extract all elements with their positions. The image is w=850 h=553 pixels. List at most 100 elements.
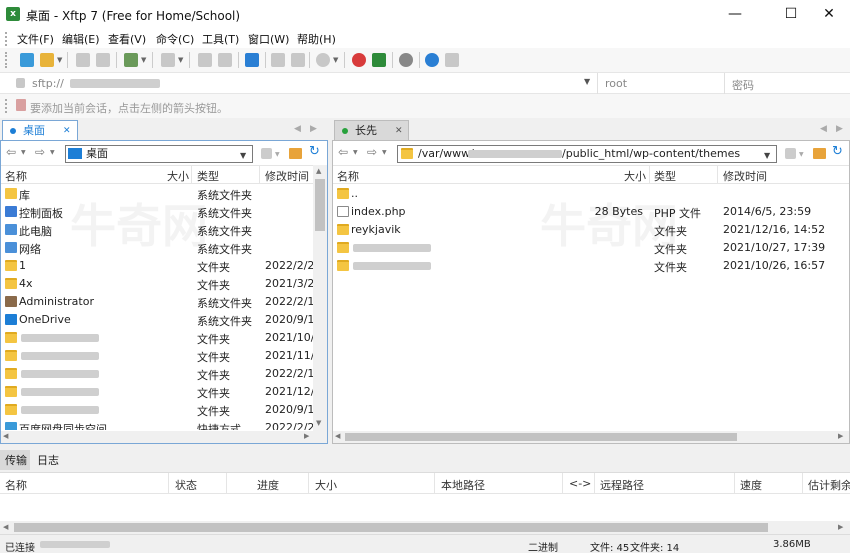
forward-dropdown-icon[interactable]: ▼: [382, 149, 387, 156]
file-row[interactable]: Administrator 系统文件夹 2022/2/15: [1, 293, 313, 311]
tab-scroll-left-icon[interactable]: ◀: [820, 124, 827, 134]
file-row[interactable]: 文件夹 2020/9/17: [1, 401, 313, 419]
file-row[interactable]: 文件夹 2022/2/10: [1, 365, 313, 383]
scroll-left-icon[interactable]: ◀: [335, 432, 340, 440]
menu-view[interactable]: 查看(V): [108, 31, 146, 47]
back-dropdown-icon[interactable]: ▼: [353, 149, 358, 156]
link-icon[interactable]: [76, 53, 90, 67]
tab-close-icon[interactable]: ✕: [395, 121, 403, 141]
col-size[interactable]: 大小: [624, 168, 646, 184]
col-modified[interactable]: 修改时间: [265, 168, 309, 184]
file-row[interactable]: 文件夹 2021/10/2: [1, 329, 313, 347]
col-size[interactable]: 大小: [315, 477, 337, 493]
chevron-down-icon[interactable]: ▼: [764, 148, 770, 162]
scroll-thumb[interactable]: [345, 433, 737, 441]
back-arrow-icon[interactable]: ⇦: [338, 145, 348, 159]
layout-dropdown-icon[interactable]: ▼: [178, 56, 183, 64]
xftp-icon[interactable]: [372, 53, 386, 67]
chevron-down-icon[interactable]: ▼: [240, 148, 246, 162]
menu-command[interactable]: 命令(C): [156, 31, 194, 47]
col-progress[interactable]: 进度: [257, 477, 279, 493]
queue-icon[interactable]: [291, 53, 305, 67]
bookmark-dropdown-icon[interactable]: ▼: [275, 151, 280, 158]
home-folder-icon[interactable]: [813, 148, 826, 159]
menu-edit[interactable]: 编辑(E): [62, 31, 100, 47]
settings-panel-icon[interactable]: [124, 53, 138, 67]
scroll-left-icon[interactable]: ◀: [3, 523, 8, 531]
file-row[interactable]: 1 文件夹 2022/2/23: [1, 257, 313, 275]
chat-icon[interactable]: [445, 53, 459, 67]
back-dropdown-icon[interactable]: ▼: [21, 149, 26, 156]
scroll-right-icon[interactable]: ▶: [838, 523, 843, 531]
refresh-icon[interactable]: ↻: [309, 144, 320, 159]
globe-icon[interactable]: [316, 53, 330, 67]
scroll-right-icon[interactable]: ▶: [304, 432, 309, 440]
forward-dropdown-icon[interactable]: ▼: [50, 149, 55, 156]
sync-icon[interactable]: [245, 53, 259, 67]
close-button[interactable]: ✕: [806, 0, 850, 28]
col-eta[interactable]: 估计剩余: [808, 477, 850, 493]
menu-tools[interactable]: 工具(T): [202, 31, 239, 47]
gear-icon[interactable]: [399, 53, 413, 67]
refresh-icon[interactable]: ↻: [832, 144, 843, 159]
tab-scroll-right-icon[interactable]: ▶: [310, 124, 317, 134]
tab-scroll-right-icon[interactable]: ▶: [836, 124, 843, 134]
help-icon[interactable]: [425, 53, 439, 67]
remote-hscrollbar[interactable]: ◀ ▶: [333, 431, 849, 443]
tab-close-icon[interactable]: ✕: [63, 121, 71, 141]
file-row[interactable]: OneDrive 系统文件夹 2020/9/19: [1, 311, 313, 329]
col-status[interactable]: 状态: [175, 477, 197, 493]
tab-desktop[interactable]: 桌面 ✕: [2, 120, 78, 140]
tab-log[interactable]: 日志: [37, 452, 59, 468]
home-folder-icon[interactable]: [289, 148, 302, 159]
copy-icon[interactable]: [198, 53, 212, 67]
bookmark-icon[interactable]: [785, 148, 796, 159]
col-type[interactable]: 类型: [654, 168, 676, 184]
forward-arrow-icon[interactable]: ⇨: [35, 145, 45, 159]
paste-icon[interactable]: [218, 53, 232, 67]
file-row[interactable]: 文件夹 2021/12/3: [1, 383, 313, 401]
col-type[interactable]: 类型: [197, 168, 219, 184]
file-row[interactable]: 文件夹 2021/11/3: [1, 347, 313, 365]
bookmark-icon[interactable]: [261, 148, 272, 159]
globe-dropdown-icon[interactable]: ▼: [333, 56, 338, 64]
host-input[interactable]: sftp://: [32, 77, 64, 90]
menu-help[interactable]: 帮助(H): [297, 31, 336, 47]
scroll-down-icon[interactable]: ▼: [316, 419, 321, 427]
layout-icon[interactable]: [161, 53, 175, 67]
tab-remote[interactable]: 长先 ✕: [334, 120, 409, 140]
scroll-up-icon[interactable]: ▲: [316, 167, 321, 175]
col-name[interactable]: 名称: [5, 168, 27, 184]
col-direction[interactable]: <->: [569, 477, 591, 490]
open-folder-icon[interactable]: [40, 53, 54, 67]
local-path-combo[interactable]: 桌面 ▼: [65, 145, 253, 163]
minimize-button[interactable]: —: [712, 0, 758, 28]
col-name[interactable]: 名称: [5, 477, 27, 493]
menu-window[interactable]: 窗口(W): [248, 31, 289, 47]
scroll-thumb[interactable]: [315, 179, 325, 231]
col-local-path[interactable]: 本地路径: [441, 477, 485, 493]
password-input[interactable]: 密码: [732, 77, 754, 93]
file-row[interactable]: 百度网盘同步空间 快捷方式 2022/2/24: [1, 419, 313, 430]
transfer-icon[interactable]: [271, 53, 285, 67]
open-dropdown-icon[interactable]: ▼: [57, 56, 62, 64]
chevron-down-icon[interactable]: ▼: [584, 77, 590, 86]
transfer-hscrollbar[interactable]: ◀ ▶: [0, 521, 850, 534]
new-session-icon[interactable]: [20, 53, 34, 67]
scroll-left-icon[interactable]: ◀: [3, 432, 8, 440]
bookmark-dropdown-icon[interactable]: ▼: [799, 151, 804, 158]
local-hscrollbar[interactable]: ◀ ▶: [1, 431, 327, 443]
scroll-right-icon[interactable]: ▶: [838, 432, 843, 440]
local-vscrollbar[interactable]: ▲ ▼: [313, 165, 327, 431]
col-speed[interactable]: 速度: [740, 477, 762, 493]
back-arrow-icon[interactable]: ⇦: [6, 145, 16, 159]
tab-scroll-left-icon[interactable]: ◀: [294, 124, 301, 134]
col-name[interactable]: 名称: [337, 168, 359, 184]
forward-arrow-icon[interactable]: ⇨: [367, 145, 377, 159]
col-modified[interactable]: 修改时间: [723, 168, 767, 184]
username-input[interactable]: root: [605, 77, 627, 90]
file-row[interactable]: 文件夹 2021/10/26, 16:57: [333, 257, 849, 275]
remote-path-combo[interactable]: /var/www/ /public_html/wp-content/themes…: [397, 145, 777, 163]
file-row[interactable]: 4x 文件夹 2021/3/29: [1, 275, 313, 293]
xshell-icon[interactable]: [352, 53, 366, 67]
